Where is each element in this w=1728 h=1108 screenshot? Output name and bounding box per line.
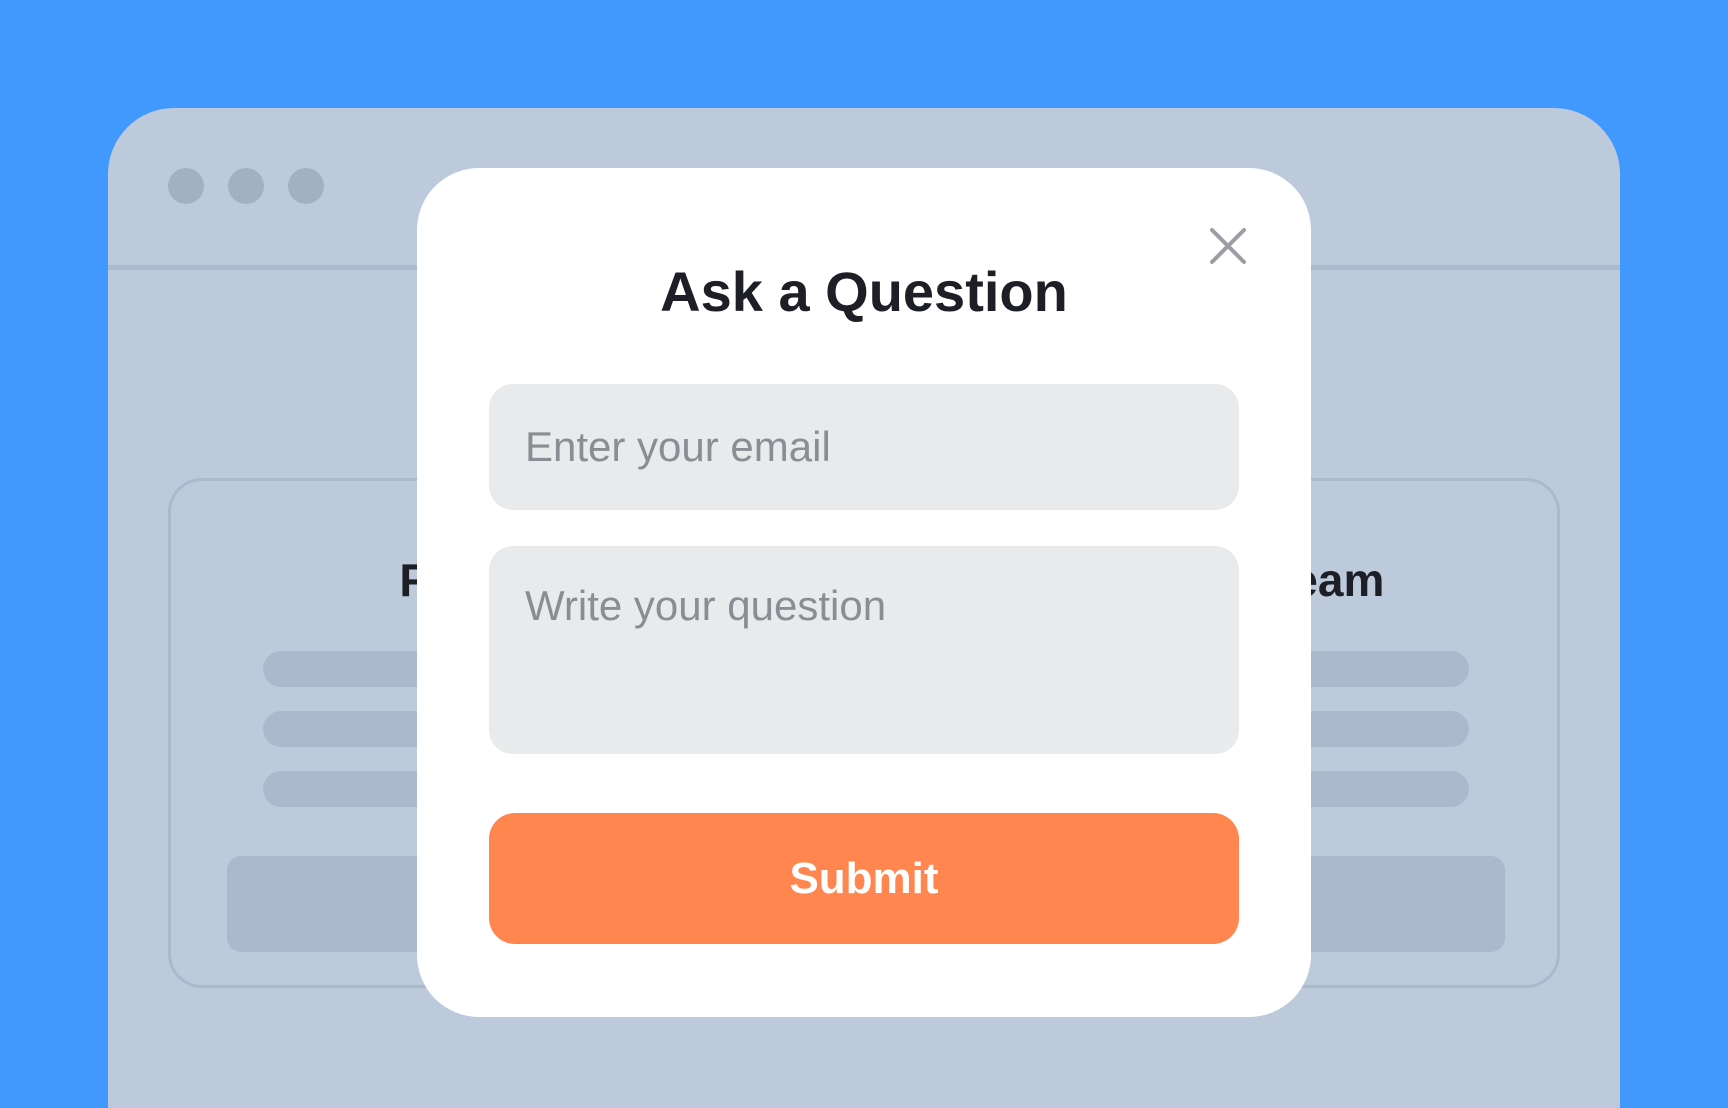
- window-maximize-dot[interactable]: [288, 168, 324, 204]
- question-textarea[interactable]: [489, 546, 1239, 754]
- email-input[interactable]: [489, 384, 1239, 510]
- window-close-dot[interactable]: [168, 168, 204, 204]
- ask-question-modal: Ask a Question Submit: [417, 168, 1311, 1017]
- window-minimize-dot[interactable]: [228, 168, 264, 204]
- submit-button[interactable]: Submit: [489, 813, 1239, 944]
- modal-title: Ask a Question: [660, 260, 1068, 323]
